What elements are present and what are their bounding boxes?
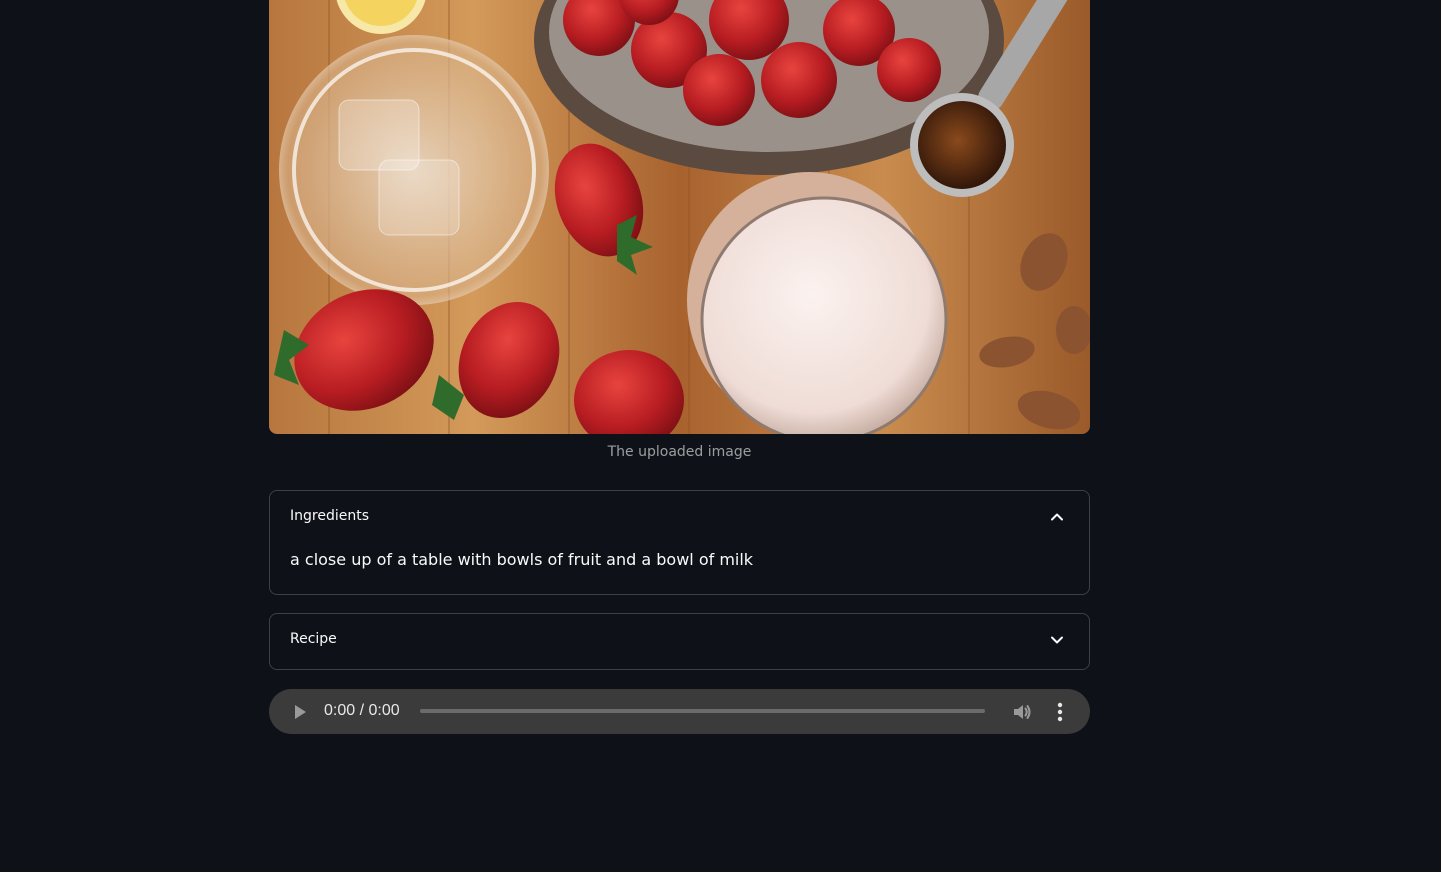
audio-time-display: 0:00 / 0:00	[324, 702, 400, 719]
recipe-expander-header[interactable]: Recipe	[270, 614, 1089, 668]
recipe-expander-title: Recipe	[290, 631, 337, 647]
ingredients-content: a close up of a table with bowls of frui…	[290, 550, 754, 569]
play-icon[interactable]	[289, 701, 311, 723]
more-options-icon[interactable]	[1050, 700, 1070, 724]
chevron-up-icon	[1051, 513, 1063, 521]
recipe-expander: Recipe	[269, 613, 1090, 670]
chevron-down-icon	[1051, 636, 1063, 644]
audio-progress-slider[interactable]	[420, 709, 985, 713]
ingredients-expander-title: Ingredients	[290, 508, 369, 524]
volume-icon[interactable]	[1010, 700, 1034, 724]
audio-player: 0:00 / 0:00	[269, 689, 1090, 734]
ingredients-expander-header[interactable]: Ingredients	[270, 491, 1089, 545]
ingredients-expander: Ingredients a close up of a table with b…	[269, 490, 1090, 595]
uploaded-image	[269, 0, 1090, 434]
image-caption: The uploaded image	[607, 444, 752, 460]
